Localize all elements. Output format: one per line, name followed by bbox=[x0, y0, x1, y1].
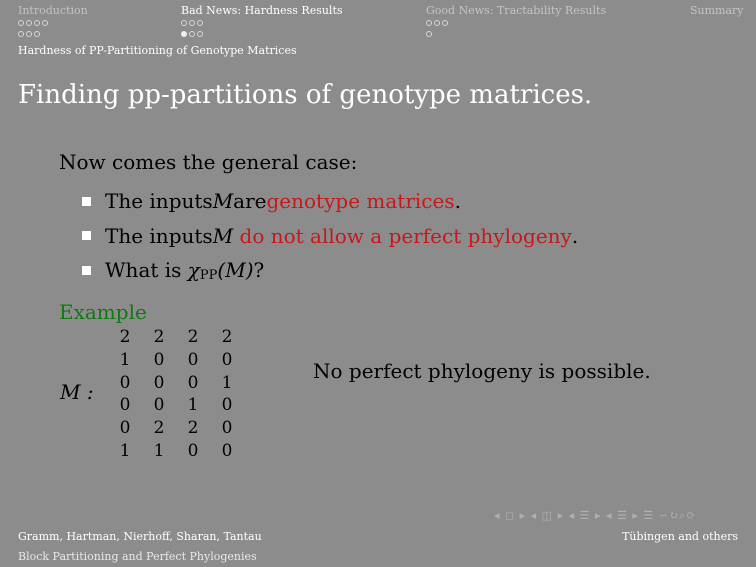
matrix-cell: 0 bbox=[187, 372, 199, 393]
bullet-square-icon bbox=[82, 231, 91, 241]
matrix-row: 0 0 1 0 bbox=[108, 394, 244, 417]
matrix-cell: 2 bbox=[187, 418, 199, 439]
frame-title: Finding pp-partitions of genotype matric… bbox=[18, 80, 593, 110]
genotype-matrix: 2222 1000 0001 0010 0220 1100 bbox=[108, 326, 244, 462]
matrix-cell: 2 bbox=[119, 327, 131, 348]
nav-section-bad-news[interactable]: Bad News: Hardness Results bbox=[181, 4, 343, 17]
matrix-cell: 0 bbox=[119, 395, 131, 416]
matrix-cell: 0 bbox=[119, 418, 131, 439]
bullet-square-icon bbox=[82, 196, 91, 206]
example-note: No perfect phylogeny is possible. bbox=[313, 359, 651, 383]
matrix-cell: 0 bbox=[221, 395, 233, 416]
matrix-cell: 1 bbox=[153, 440, 165, 461]
beamer-navigation-symbols[interactable]: ◂ ◻ ▸ ◂ ◫ ▸ ◂ ☰ ▸ ◂ ☰ ▸ ☰ ∽↻⌕⟳ bbox=[494, 509, 697, 523]
intro-text: Now comes the general case: bbox=[59, 150, 358, 174]
subsection-title: Hardness of PP-Partitioning of Genotype … bbox=[18, 44, 297, 57]
matrix-cell: 0 bbox=[119, 372, 131, 393]
matrix-cell: 1 bbox=[119, 440, 131, 461]
footer-authors: Gramm, Hartman, Nierhoff, Sharan, Tantau bbox=[18, 530, 262, 543]
matrix-cell: 1 bbox=[119, 350, 131, 371]
matrix-cell: 2 bbox=[221, 327, 233, 348]
matrix-cell: 2 bbox=[153, 327, 165, 348]
matrix-cell: 0 bbox=[221, 440, 233, 461]
bullet-item: The inputs M are genotype matrices. bbox=[82, 184, 578, 219]
matrix-row: 1 1 0 0 bbox=[108, 439, 244, 462]
nav-section-introduction[interactable]: Introduction bbox=[18, 4, 88, 17]
nav-dots-bad-news[interactable] bbox=[181, 20, 205, 40]
matrix-cell: 1 bbox=[221, 372, 233, 393]
matrix-cell: 0 bbox=[221, 350, 233, 371]
matrix-row: 0 2 2 0 bbox=[108, 417, 244, 440]
matrix-cell: 0 bbox=[153, 350, 165, 371]
matrix-cell: 0 bbox=[153, 395, 165, 416]
highlight-no-perfect-phylogeny: do not allow a perfect phylogeny bbox=[239, 223, 572, 248]
bullet-item: What is χ PP (M)? bbox=[82, 253, 578, 288]
footer-institute: Tübingen and others bbox=[622, 530, 738, 543]
matrix-cell: 0 bbox=[187, 350, 199, 371]
matrix-cell: 0 bbox=[221, 418, 233, 439]
matrix-cell: 2 bbox=[153, 418, 165, 439]
matrix-cell: 1 bbox=[187, 395, 199, 416]
bullet-list: The inputs M are genotype matrices. The … bbox=[82, 184, 578, 288]
highlight-genotype-matrices: genotype matrices bbox=[266, 189, 455, 214]
matrix-cell: 0 bbox=[187, 440, 199, 461]
matrix-row: 0 0 0 1 bbox=[108, 371, 244, 394]
matrix-cell: 0 bbox=[153, 372, 165, 393]
nav-section-good-news[interactable]: Good News: Tractability Results bbox=[426, 4, 606, 17]
footer-short-title: Block Partitioning and Perfect Phylogeni… bbox=[18, 550, 257, 563]
nav-section-summary[interactable]: Summary bbox=[690, 4, 744, 17]
example-block-title: Example bbox=[59, 300, 147, 324]
nav-dots-introduction[interactable] bbox=[18, 20, 50, 40]
bullet-item: The inputs M do not allow a perfect phyl… bbox=[82, 219, 578, 254]
bullet-square-icon bbox=[82, 265, 91, 275]
matrix-label: M : bbox=[60, 380, 94, 404]
matrix-cell: 2 bbox=[187, 327, 199, 348]
nav-dots-good-news[interactable] bbox=[426, 20, 450, 40]
matrix-row: 2 2 2 2 bbox=[108, 326, 244, 349]
matrix-row: 1 0 0 0 bbox=[108, 349, 244, 372]
